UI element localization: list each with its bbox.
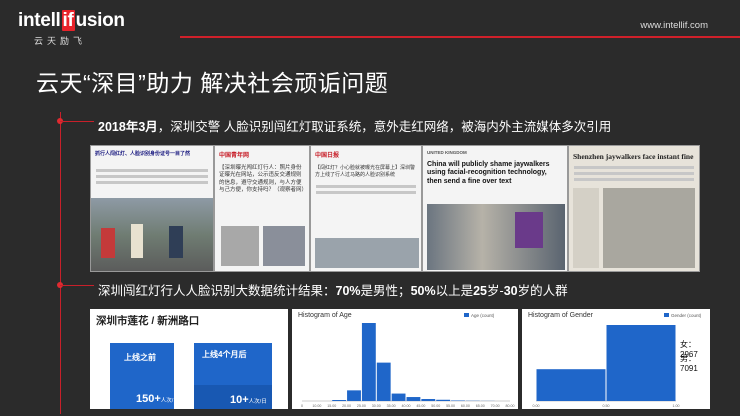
x-tick-label: 1.00 bbox=[673, 404, 680, 408]
male-count-label: 男：7091 bbox=[680, 354, 698, 373]
panel-1-title: 深圳市莲花 / 新洲路口 bbox=[96, 315, 200, 327]
slide-title: 云天“深目”助力 解决社会顽诟问题 bbox=[36, 70, 389, 96]
gender-histogram-panel: Histogram of Gender Gender (count) 0.00 0… bbox=[522, 309, 710, 409]
histogram-bar bbox=[606, 325, 676, 401]
website-url: www.intellif.com bbox=[640, 20, 708, 31]
x-tick-label: 70.00 bbox=[491, 404, 500, 408]
histogram-bar bbox=[406, 397, 421, 401]
timeline-line bbox=[60, 112, 61, 414]
x-tick-label: 60.00 bbox=[461, 404, 470, 408]
x-tick-label: 0 bbox=[301, 404, 303, 408]
x-tick-label: 65.00 bbox=[476, 404, 485, 408]
after-label: 上线4个月后 bbox=[202, 350, 247, 359]
before-label: 上线之前 bbox=[124, 353, 156, 362]
x-tick-label: 30.00 bbox=[372, 404, 381, 408]
age-histogram-panel: Histogram of Age Age (count) 0 10.00 15.00… bbox=[292, 309, 518, 409]
point-1-text: 2018年3月，深圳交警 人脸识别闯红灯取证系统，意外走红网络，被海内外主流媒体… bbox=[98, 120, 612, 134]
x-tick-label: 45.00 bbox=[416, 404, 425, 408]
histogram-bar bbox=[376, 362, 391, 401]
x-tick-label: 20.00 bbox=[342, 404, 351, 408]
before-value: 150+人次/日 bbox=[136, 393, 179, 405]
x-tick-label: 40.00 bbox=[402, 404, 411, 408]
histogram-bar bbox=[347, 390, 361, 401]
top-bar: intell if usion 云天励飞 www.intellif.com bbox=[0, 0, 740, 46]
news-clipping-4: UNITED KINGDOM China will publicly shame… bbox=[422, 145, 568, 272]
x-tick-label: 55.00 bbox=[446, 404, 455, 408]
histogram-bar bbox=[361, 323, 376, 401]
news-clipping-1: 抓行人闯红灯、人脸识别身份证号一目了然 bbox=[90, 145, 214, 272]
x-tick-label: 25.00 bbox=[357, 404, 366, 408]
x-tick-label: 10.00 bbox=[312, 404, 321, 408]
timeline-connector-2 bbox=[60, 285, 94, 286]
point-2-text: 深圳闯红灯行人人脸识别大数据统计结果：70%是男性；50%以上是25岁-30岁的… bbox=[98, 284, 568, 298]
news-clipping-5: Shenzhen jaywalkers face instant fine bbox=[568, 145, 700, 272]
x-tick-label: 0.50 bbox=[603, 404, 610, 408]
news-clipping-3: 中国日报 【闯红灯？小心脸就被曝光在屏幕上】深圳警方上线了行人过马路的人脸识别系… bbox=[310, 145, 422, 272]
age-histogram-chart: 0 10.00 15.00 20.00 25.00 30.00 35.00 40.00 45.0… bbox=[301, 323, 515, 408]
brand-subtitle: 云天励飞 bbox=[34, 36, 87, 46]
x-tick-label: 80.00 bbox=[506, 404, 515, 408]
timeline-connector-1 bbox=[60, 121, 94, 122]
histogram-bar bbox=[421, 399, 436, 401]
brand-logo: intell if usion bbox=[18, 10, 125, 31]
x-tick-label: 35.00 bbox=[387, 404, 396, 408]
header-divider bbox=[180, 36, 740, 38]
x-tick-label: 0.00 bbox=[533, 404, 540, 408]
histogram-bar bbox=[391, 393, 406, 401]
x-tick-label: 50.00 bbox=[431, 404, 440, 408]
histogram-bar bbox=[436, 399, 451, 401]
x-tick-label: 15.00 bbox=[327, 404, 336, 408]
after-value: 10+人次/日 bbox=[230, 394, 267, 406]
news-clipping-2: 中国青年网 【深圳曝光闯红灯行人：照片身份证曝光在网站，公示违反交通规则的信息，… bbox=[214, 145, 310, 272]
before-after-panel: 深圳市莲花 / 新洲路口 上线之前 150+人次/日 上线4个月后 10+人次/… bbox=[90, 309, 288, 409]
histogram-bar bbox=[536, 369, 606, 401]
histogram-bar bbox=[332, 400, 347, 401]
